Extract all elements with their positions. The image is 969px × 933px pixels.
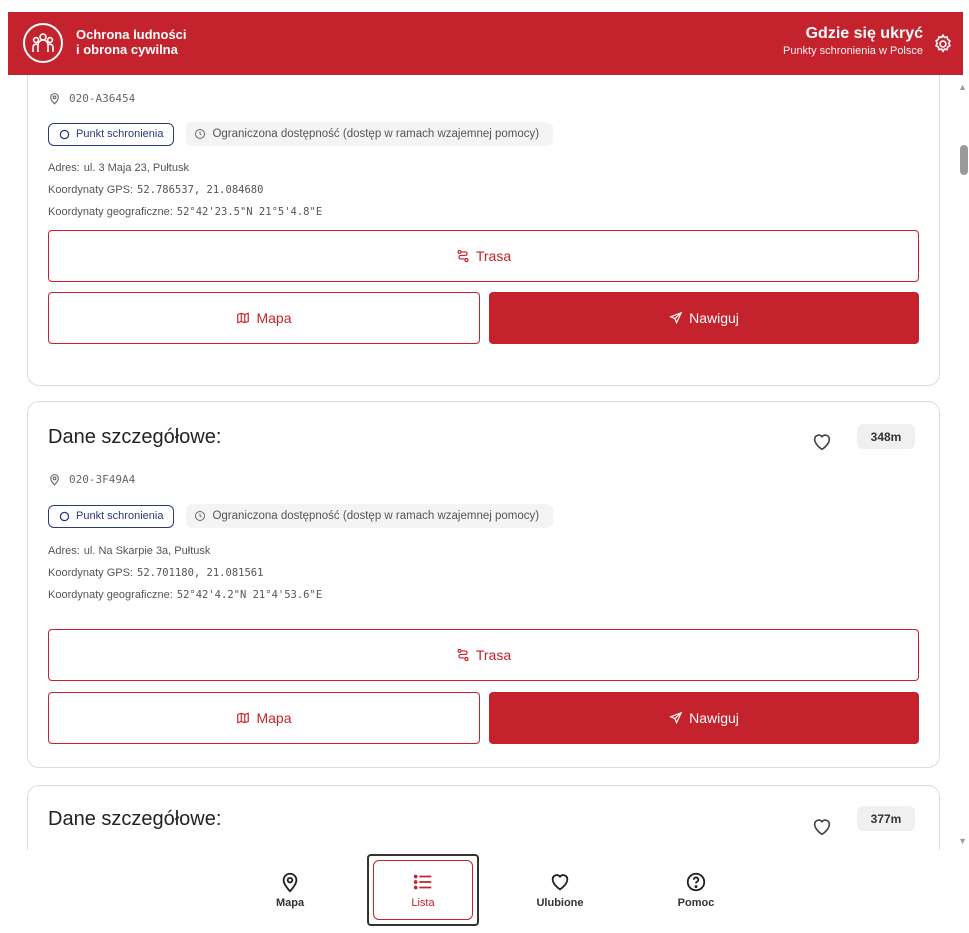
brand-name: Ochrona ludności i obrona cywilna — [76, 27, 187, 57]
access-label: Ograniczona dostępność (dostęp w ramach … — [212, 128, 540, 140]
circle-icon — [59, 511, 70, 521]
bottom-navigation: Mapa Lista Ulubione Pomoc — [0, 850, 969, 933]
nav-item-list[interactable]: Lista — [367, 854, 479, 926]
nav-item-map[interactable]: Mapa — [234, 854, 346, 926]
clock-icon — [195, 511, 206, 521]
circle-icon — [59, 129, 70, 139]
shelter-card: 020-A36454 Punkt schronienia Ograniczona… — [27, 75, 940, 386]
gps-line: Koordynaty GPS: 52.701180, 21.081561 — [48, 567, 263, 579]
map-icon — [237, 712, 250, 724]
geo-value: 52°42'23.5"N 21°5'4.8"E — [176, 206, 323, 218]
shelter-code-text: 020-3F49A4 — [69, 473, 136, 486]
route-label: Trasa — [475, 647, 512, 663]
type-badge-label: Punkt schronienia — [76, 510, 164, 522]
shelter-code-text: 020-A36454 — [69, 92, 136, 105]
page-title: Gdzie się ukryć — [805, 25, 923, 42]
settings-gear-icon[interactable] — [931, 32, 955, 56]
map-label: Mapa — [256, 310, 292, 326]
geo-line: Koordynaty geograficzne: 52°42'4.2"N 21°… — [48, 589, 322, 601]
shelter-tags: Punkt schronienia Ograniczona dostępność… — [48, 122, 554, 146]
app-root: Ochrona ludności i obrona cywilna Gdzie … — [0, 0, 969, 933]
active-tab-highlight — [373, 860, 473, 920]
navigate-label: Nawiguj — [689, 710, 739, 726]
map-button[interactable]: Mapa — [48, 292, 480, 344]
heart-icon — [551, 874, 569, 891]
shelter-card: Dane szczegółowe: 348m 020-3F49A4 Punkt … — [27, 401, 940, 768]
route-label: Trasa — [475, 248, 512, 264]
geo-line: Koordynaty geograficzne: 52°42'23.5"N 21… — [48, 206, 322, 218]
gps-value: 52.786537, 21.084680 — [137, 184, 264, 196]
gps-line: Koordynaty GPS: 52.786537, 21.084680 — [48, 184, 263, 196]
geo-label: Koordynaty geograficzne: — [48, 589, 173, 601]
map-pin-icon — [282, 872, 298, 893]
route-button[interactable]: Trasa — [48, 230, 919, 282]
map-button[interactable]: Mapa — [48, 692, 480, 744]
address-value: ul. Na Skarpie 3a, Pułtusk — [83, 545, 211, 557]
address-label: Adres: — [48, 545, 80, 557]
address-line: Adres: ul. Na Skarpie 3a, Pułtusk — [48, 545, 210, 557]
app-header: Ochrona ludności i obrona cywilna Gdzie … — [8, 12, 963, 75]
gps-label: Koordynaty GPS: — [48, 184, 133, 196]
favorite-heart-icon[interactable] — [811, 816, 835, 840]
nav-label-map: Mapa — [275, 897, 305, 909]
route-icon — [457, 648, 469, 662]
shelter-code: 020-3F49A4 — [48, 473, 135, 486]
distance-badge: 377m — [857, 806, 915, 831]
location-pin-icon — [50, 474, 59, 486]
location-pin-icon — [50, 93, 59, 105]
address-value: ul. 3 Maja 23, Pułtusk — [83, 162, 189, 174]
nav-label-help: Pomoc — [677, 897, 715, 909]
help-icon — [686, 872, 706, 892]
geo-label: Koordynaty geograficzne: — [48, 206, 173, 218]
gps-value: 52.701180, 21.081561 — [137, 567, 264, 579]
shelter-card: Dane szczegółowe: 377m — [27, 785, 940, 850]
gps-label: Koordynaty GPS: — [48, 567, 133, 579]
scroll-up-arrow-icon[interactable]: ▲ — [958, 82, 967, 92]
route-button[interactable]: Trasa — [48, 629, 919, 681]
route-icon — [457, 249, 469, 263]
navigate-button[interactable]: Nawiguj — [489, 692, 919, 744]
brand-line-1: Ochrona ludności — [76, 27, 187, 42]
nav-label-favorites: Ulubione — [536, 897, 584, 909]
nav-item-favorites[interactable]: Ulubione — [504, 854, 616, 926]
access-pill: Ograniczona dostępność (dostęp w ramach … — [186, 122, 554, 146]
scrollbar-thumb[interactable] — [960, 145, 968, 175]
clock-icon — [195, 129, 206, 139]
page-subtitle: Punkty schronienia w Polsce — [782, 45, 923, 57]
send-arrow-icon — [669, 311, 683, 325]
shelter-tags: Punkt schronienia Ograniczona dostępność… — [48, 504, 554, 528]
brand-line-2: i obrona cywilna — [76, 42, 178, 57]
access-label: Ograniczona dostępność (dostęp w ramach … — [212, 510, 540, 522]
map-label: Mapa — [256, 710, 292, 726]
type-badge: Punkt schronienia — [48, 504, 175, 528]
scrollbar[interactable] — [955, 75, 969, 850]
map-icon — [237, 312, 250, 324]
access-pill: Ograniczona dostępność (dostęp w ramach … — [186, 504, 554, 528]
card-title: Dane szczegółowe: — [48, 426, 222, 448]
address-line: Adres: ul. 3 Maja 23, Pułtusk — [48, 162, 189, 174]
type-badge-label: Punkt schronienia — [76, 128, 164, 140]
shelter-list[interactable]: 020-A36454 Punkt schronienia Ograniczona… — [0, 75, 955, 850]
distance-badge: 348m — [857, 424, 915, 449]
navigate-label: Nawiguj — [689, 310, 739, 326]
logo-icon[interactable] — [23, 23, 63, 63]
card-title: Dane szczegółowe: — [48, 808, 222, 830]
favorite-heart-icon[interactable] — [811, 431, 835, 455]
send-arrow-icon — [669, 711, 683, 725]
address-label: Adres: — [48, 162, 80, 174]
nav-item-help[interactable]: Pomoc — [640, 854, 752, 926]
navigate-button[interactable]: Nawiguj — [489, 292, 919, 344]
geo-value: 52°42'4.2"N 21°4'53.6"E — [176, 589, 323, 601]
type-badge: Punkt schronienia — [48, 122, 175, 146]
scroll-down-arrow-icon[interactable]: ▼ — [958, 836, 967, 846]
shelter-code: 020-A36454 — [48, 92, 135, 105]
header-titles: Gdzie się ukryć Punkty schronienia w Pol… — [783, 24, 923, 59]
